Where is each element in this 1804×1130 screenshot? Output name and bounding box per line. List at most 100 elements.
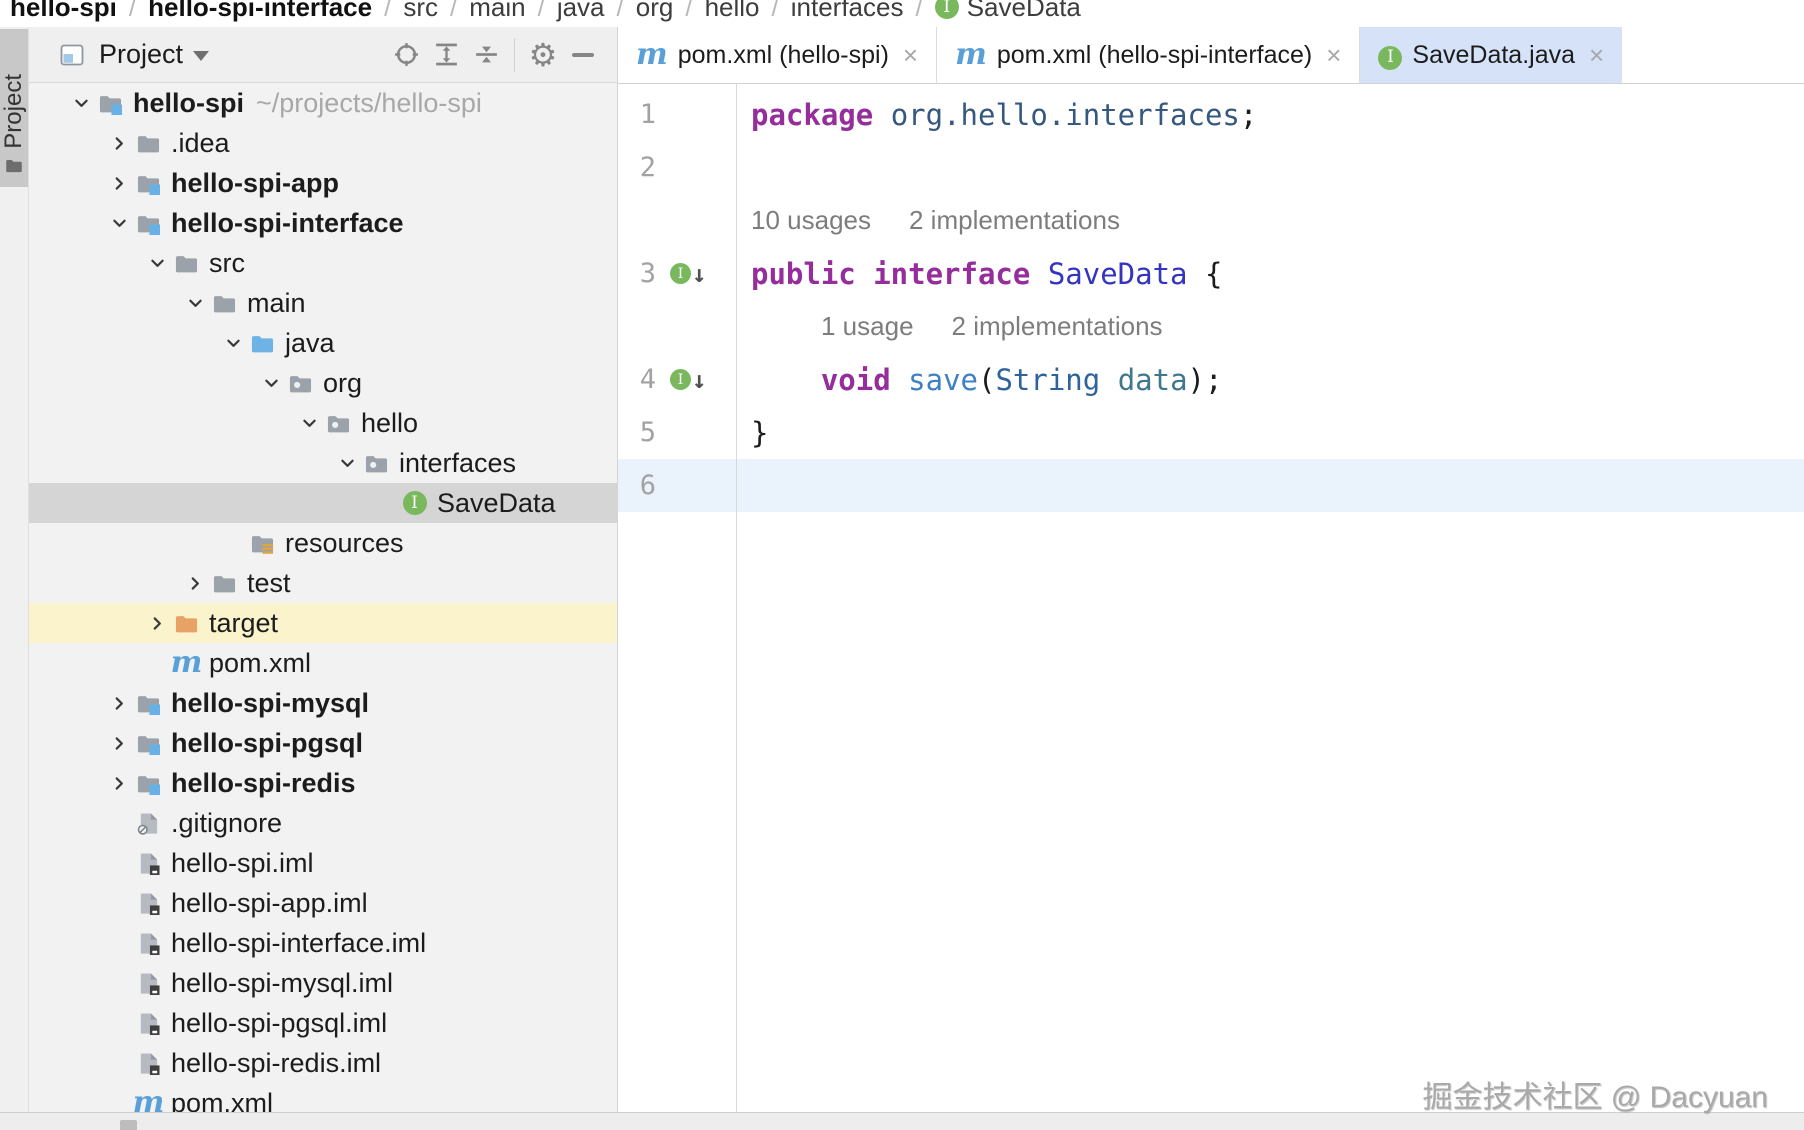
inlay-hint[interactable]: 1 usage 2 implementations xyxy=(736,311,1201,342)
tree-row[interactable]: hello-spi-interface xyxy=(29,203,617,243)
editor-row[interactable]: 6 xyxy=(618,459,1804,512)
line-number: 1 xyxy=(639,99,656,130)
code-line[interactable]: public interface SaveData { xyxy=(736,257,1222,291)
editor-tab[interactable]: m pom.xml (hello-spi) × xyxy=(618,27,938,83)
editor-row[interactable]: 1 package org.hello.interfaces; xyxy=(618,88,1804,141)
inlay-hint-part[interactable]: 2 implementations xyxy=(952,311,1163,341)
tree-row[interactable]: hello-spi-pgsql.iml xyxy=(29,1003,617,1043)
breadcrumb-item[interactable]: hello-spi-interface xyxy=(148,0,372,23)
tree-row[interactable]: java xyxy=(29,323,617,363)
tree-row[interactable]: resources xyxy=(29,523,617,563)
tree-row[interactable]: target xyxy=(29,603,617,643)
tree-row[interactable]: I SaveData xyxy=(29,483,617,523)
breadcrumb-item[interactable]: src xyxy=(403,0,438,23)
implemented-gutter-icon[interactable]: I ↓ xyxy=(670,368,706,392)
module-folder-icon xyxy=(97,92,124,115)
excluded-folder-icon xyxy=(173,612,200,635)
editor-row[interactable]: 5 } xyxy=(618,406,1804,459)
collapse-all-button[interactable] xyxy=(466,35,506,75)
tree-row[interactable]: interfaces xyxy=(29,443,617,483)
tree-row[interactable]: main xyxy=(29,283,617,323)
tree-row[interactable]: .gitignore xyxy=(29,803,617,843)
breadcrumb-item[interactable]: java xyxy=(557,0,605,23)
editor-row[interactable]: 1 usage 2 implementations xyxy=(618,300,1804,353)
tree-row[interactable]: hello xyxy=(29,403,617,443)
tab-close-icon[interactable]: × xyxy=(1589,40,1604,71)
breadcrumb-item[interactable]: hello-spi xyxy=(10,0,117,23)
watermark: 掘金技术社区 @ Dacyuan xyxy=(1422,1081,1768,1114)
chevron-down-icon[interactable] xyxy=(193,51,210,61)
breadcrumb-item[interactable]: org xyxy=(636,0,674,23)
code-line[interactable]: package org.hello.interfaces; xyxy=(736,98,1257,132)
breadcrumb-item[interactable]: hello xyxy=(705,0,760,23)
project-view-icon xyxy=(57,35,87,75)
chevron-down-icon[interactable] xyxy=(297,411,321,435)
tree-row[interactable]: test xyxy=(29,563,617,603)
breadcrumb-item[interactable]: main xyxy=(469,0,525,23)
tree-row[interactable]: hello-spi-mysql.iml xyxy=(29,963,617,1003)
tree-row[interactable]: hello-spi ~/projects/hello-spi xyxy=(29,83,617,123)
inlay-hint-part[interactable]: 1 usage xyxy=(821,311,914,341)
breadcrumb-item[interactable]: I SaveData xyxy=(934,0,1081,23)
chevron-down-icon[interactable] xyxy=(221,331,245,355)
tab-close-icon[interactable]: × xyxy=(903,40,918,71)
code-line[interactable]: void save(String data); xyxy=(736,363,1223,397)
tree-row[interactable]: hello-spi-redis.iml xyxy=(29,1043,617,1083)
tree-row[interactable]: hello-spi-redis xyxy=(29,763,617,803)
chevron-right-icon[interactable] xyxy=(145,611,169,635)
inlay-hint[interactable]: 10 usages 2 implementations xyxy=(736,205,1158,236)
tree-row-label: hello-spi xyxy=(133,87,245,118)
chevron-down-icon[interactable] xyxy=(107,211,131,235)
editor-row[interactable]: 3 I ↓ public interface SaveData { xyxy=(618,247,1804,300)
tree-row[interactable]: m pom.xml xyxy=(29,643,617,683)
line-number: 2 xyxy=(639,152,656,183)
editor-row[interactable]: 2 xyxy=(618,141,1804,194)
tab-close-icon[interactable]: × xyxy=(1326,40,1341,71)
inlay-hint-part[interactable]: 2 implementations xyxy=(909,205,1120,235)
chevron-down-icon[interactable] xyxy=(335,451,359,475)
tree-row[interactable]: hello-spi-mysql xyxy=(29,683,617,723)
breadcrumb-item[interactable]: interfaces xyxy=(791,0,904,23)
tree-row[interactable]: src xyxy=(29,243,617,283)
tree-row[interactable]: hello-spi.iml xyxy=(29,843,617,883)
package-folder-icon xyxy=(363,452,390,475)
tree-row[interactable]: m pom.xml xyxy=(29,1083,617,1113)
expand-all-button[interactable] xyxy=(426,35,466,75)
breadcrumb-item-label: src xyxy=(403,0,438,22)
inlay-hint-part[interactable]: 10 usages xyxy=(751,205,871,235)
chevron-right-icon[interactable] xyxy=(107,691,131,715)
editor-row[interactable]: 4 I ↓ void save(String data); xyxy=(618,353,1804,406)
chevron-right-icon[interactable] xyxy=(107,731,131,755)
chevron-down-icon[interactable] xyxy=(183,291,207,315)
tree-row[interactable]: hello-spi-interface.iml xyxy=(29,923,617,963)
project-stripe-label: Project xyxy=(0,74,27,149)
tree-row[interactable]: org xyxy=(29,363,617,403)
chevron-right-icon[interactable] xyxy=(183,571,207,595)
tree-row[interactable]: hello-spi-pgsql xyxy=(29,723,617,763)
editor-tab[interactable]: m pom.xml (hello-spi-interface) × xyxy=(937,27,1361,83)
tree-row[interactable]: .idea xyxy=(29,123,617,163)
hide-panel-button[interactable] xyxy=(563,35,603,75)
implemented-gutter-icon[interactable]: I ↓ xyxy=(670,262,706,286)
chevron-right-icon[interactable] xyxy=(107,131,131,155)
settings-gear-button[interactable]: ⚙ xyxy=(523,35,563,75)
gutter: 1 xyxy=(618,99,736,130)
code-line[interactable]: } xyxy=(736,416,768,450)
chevron-right-icon[interactable] xyxy=(107,171,131,195)
tree-row[interactable]: hello-spi-app.iml xyxy=(29,883,617,923)
editor[interactable]: 1 package org.hello.interfaces; 2 10 usa… xyxy=(618,84,1804,1112)
editor-tab[interactable]: I SaveData.java × xyxy=(1360,27,1623,83)
editor-row[interactable]: 10 usages 2 implementations xyxy=(618,194,1804,247)
breadcrumb-separator: / xyxy=(771,0,779,22)
tree-row-label: .idea xyxy=(171,127,230,158)
project-stripe-button[interactable]: Project xyxy=(0,29,28,187)
chevron-down-icon[interactable] xyxy=(145,251,169,275)
chevron-right-icon[interactable] xyxy=(107,771,131,795)
tab-label: SaveData.java xyxy=(1412,40,1576,69)
code-token: { xyxy=(1204,256,1223,291)
chevron-down-icon[interactable] xyxy=(69,91,93,115)
chevron-down-icon[interactable] xyxy=(259,371,283,395)
locate-file-button[interactable] xyxy=(386,35,426,75)
tree-row[interactable]: hello-spi-app xyxy=(29,163,617,203)
breadcrumb-item-label: main xyxy=(469,0,526,22)
